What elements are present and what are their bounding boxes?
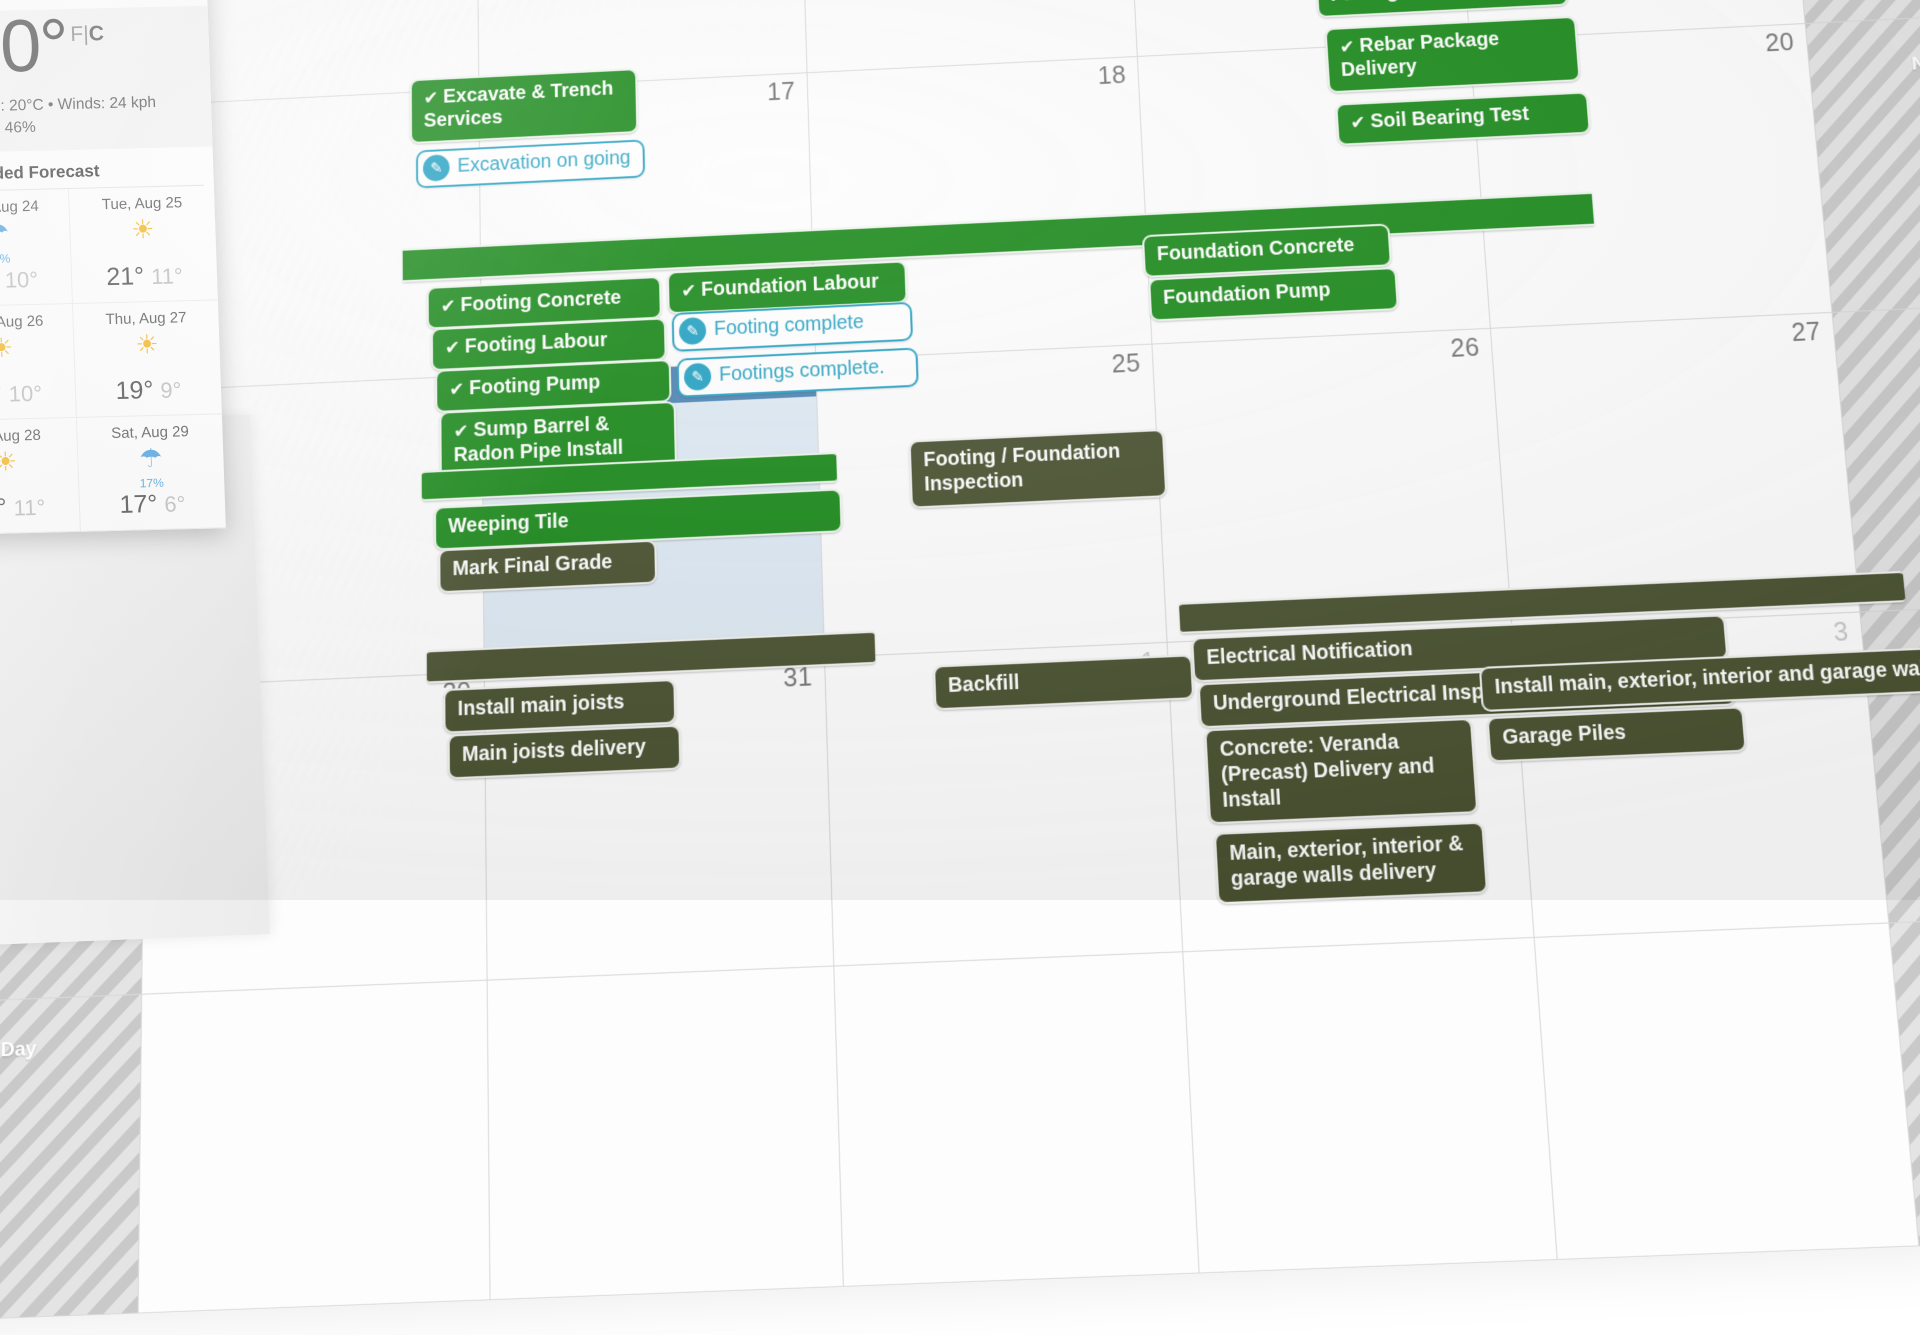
event-main-exterior-interior-garage-walls-delivery[interactable]: Main, exterior, interior & garage walls … (1213, 821, 1489, 905)
day-cell[interactable] (1535, 923, 1920, 1261)
event-label: Concrete: Veranda (Precast) Delivery and… (1219, 730, 1436, 812)
day-cell[interactable] (487, 966, 844, 1301)
forecast-day-label: Wed, Aug 26 (0, 312, 44, 331)
day-number: 27 (1790, 317, 1822, 348)
forecast-temps: 20° 10° (0, 378, 70, 410)
day-cell-28[interactable]: 28Non-Work Day (1832, 296, 1920, 613)
day-cell[interactable]: Non-Work Day (0, 994, 143, 1327)
sun-icon: ☀ (0, 446, 18, 477)
event-concrete-veranda-precast-delivery-and-install[interactable]: Concrete: Veranda (Precast) Delivery and… (1204, 717, 1479, 825)
forecast-day-label: Mon, Aug 24 (0, 198, 39, 217)
day-number: 25 (1110, 349, 1142, 379)
day-number: 23 (440, 380, 469, 410)
sun-icon: ☀ (0, 332, 14, 363)
forecast-day-label: Sat, Aug 29 (110, 423, 190, 442)
rain-icon: ☂ (138, 442, 164, 474)
forecast-temps: 21° 11° (78, 260, 212, 292)
weather-current: 20° F|C (0, 3, 211, 96)
day-cell-24[interactable]: 24 (481, 360, 825, 673)
forecast-day: Sat, Aug 29 ☂ 17% 17° 6° (76, 414, 226, 532)
current-temperature: 20° (0, 3, 69, 89)
forecast-day: Thu, Aug 27 ☀ 19° 9° (72, 300, 222, 418)
unit-toggle[interactable]: F|C (70, 22, 104, 47)
calendar-month-grid[interactable]: Non-Work Day910Non-Work DayNon-Work Day1… (0, 0, 1920, 1327)
day-cell-17[interactable]: 17 (478, 73, 817, 376)
forecast-day: Mon, Aug 24☂47%18° 10° (0, 189, 73, 308)
event-label: Install main, exterior, interior and gar… (1493, 656, 1920, 699)
weather-widget[interactable]: Current Conditions: Sunny 20° F|C Feels … (0, 0, 226, 536)
event-label: Backfill (947, 671, 1020, 698)
non-work-day-label: Non-Work Day (1893, 948, 1920, 986)
forecast-low: 10° (8, 380, 43, 407)
day-number: 26 (1449, 333, 1481, 363)
forecast-low: 10° (4, 266, 39, 293)
forecast-day-label: Tue, Aug 25 (101, 194, 183, 214)
forecast-high: 21° (105, 261, 152, 291)
day-cell[interactable] (1183, 937, 1559, 1274)
event-label: Main, exterior, interior & garage walls … (1228, 832, 1464, 891)
non-work-day-label: Non-Work Day (0, 1037, 37, 1066)
event-label: Electrical Notification (1205, 637, 1414, 670)
day-cell-20[interactable]: 20 (1470, 23, 1833, 329)
day-number: 19 (1430, 45, 1460, 75)
forecast-low: 11° (13, 494, 46, 521)
unit-fahrenheit[interactable]: F (70, 23, 84, 46)
day-number: 16 (438, 94, 466, 123)
non-work-day-label: Non-Work Day (1910, 48, 1920, 75)
event-label: Install main joists (457, 690, 625, 721)
day-cell-19[interactable]: 19 (1137, 40, 1492, 345)
event-label: Garage Piles (1501, 720, 1627, 750)
day-number: 24 (775, 364, 804, 394)
day-number: 3 (1832, 617, 1850, 648)
day-cell-4[interactable]: 4Non-Work Day (1860, 597, 1920, 924)
forecast-low: 6° (163, 491, 186, 517)
forecast-day-label: Thu, Aug 27 (105, 308, 187, 328)
forecast-low: 11° (150, 262, 184, 289)
day-number: 17 (766, 77, 796, 107)
rain-icon: ☂ (0, 217, 10, 249)
forecast-temps: 17° 6° (86, 488, 220, 520)
forecast-temps: 18° 11° (0, 492, 74, 524)
weather-meta: Feels like: 20°C • Winds: 24 kph Humidit… (0, 88, 213, 155)
forecast-day: Wed, Aug 26☀ 20° 10° (0, 303, 77, 422)
forecast-day: Fri, Aug 28☀ 18° 11° (0, 417, 81, 536)
forecast-day: Tue, Aug 25 ☀ 21° 11° (68, 185, 218, 304)
non-work-day-label: Non-Work Day (1836, 333, 1920, 371)
forecast-high: 17° (119, 489, 165, 519)
day-number: 20 (1764, 28, 1796, 58)
unit-celsius[interactable]: C (88, 22, 104, 45)
humidity: Humidity: 46% (0, 118, 37, 138)
forecast-grid: Mon, Aug 24☂47%18° 10°Tue, Aug 25☀ 21° 1… (0, 185, 226, 536)
forecast-temps: 19° 9° (82, 374, 216, 406)
day-cell[interactable] (138, 980, 491, 1314)
forecast-temps: 18° 10° (0, 264, 66, 296)
forecast-high: 19° (115, 375, 161, 405)
forecast-day-label: Fri, Aug 28 (0, 426, 42, 446)
day-number: 18 (1097, 61, 1127, 90)
photo-stage: Non-Work Day910Non-Work DayNon-Work Day1… (0, 0, 1920, 1327)
sun-icon: ☀ (134, 328, 160, 360)
day-cell-18[interactable]: 18 (807, 56, 1153, 361)
event-label: Main joists delivery (461, 735, 647, 767)
forecast-high: 18° (0, 493, 8, 523)
sun-icon: ☀ (130, 214, 156, 245)
day-cell[interactable] (834, 952, 1200, 1288)
forecast-low: 9° (159, 377, 182, 403)
